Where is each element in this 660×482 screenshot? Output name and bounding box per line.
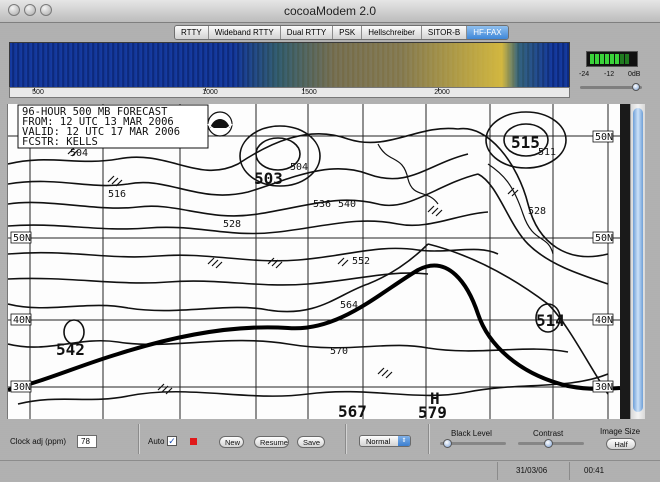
slider-knob[interactable] bbox=[632, 83, 640, 91]
divider bbox=[428, 424, 430, 454]
lat-label: 40N bbox=[595, 315, 613, 326]
contour-label: 511 bbox=[538, 147, 556, 158]
ruler-label-2000: 2000 bbox=[434, 89, 450, 96]
clock-adj-label: Clock adj (ppm) bbox=[10, 437, 67, 446]
lat-label: 50N bbox=[595, 132, 613, 143]
ruler-label-1500: 1500 bbox=[301, 89, 317, 96]
half-size-button[interactable]: Half bbox=[606, 438, 636, 450]
contour-label: 552 bbox=[352, 256, 370, 267]
lat-label: 50N bbox=[13, 233, 31, 244]
pressure-label: 514 bbox=[536, 311, 565, 330]
window-title: cocoaModem 2.0 bbox=[283, 4, 377, 18]
lat-label: 50N bbox=[595, 233, 613, 244]
signal-level-meter bbox=[586, 51, 638, 67]
black-level-slider[interactable] bbox=[440, 439, 506, 448]
meter-segment bbox=[590, 54, 594, 64]
pressure-label: 542 bbox=[56, 340, 85, 359]
fax-vertical-scrollbar[interactable] bbox=[630, 104, 645, 419]
meter-scale-high: 0dB bbox=[628, 71, 641, 78]
slider-knob[interactable] bbox=[443, 439, 452, 448]
noaa-logo bbox=[207, 111, 233, 137]
title-bar: cocoaModem 2.0 bbox=[0, 0, 660, 23]
mode-popup[interactable]: Normal ⇕ bbox=[359, 435, 411, 447]
meter-segment bbox=[600, 54, 604, 64]
contrast-slider[interactable] bbox=[518, 439, 584, 448]
input-attenuator-slider[interactable] bbox=[580, 83, 642, 91]
contour-label: 504 bbox=[70, 148, 88, 159]
high-pressure-marker: H bbox=[430, 389, 440, 408]
pressure-label: 503 bbox=[254, 169, 283, 188]
contour-label: 528 bbox=[223, 219, 241, 230]
app-window: cocoaModem 2.0 RTTY Wideband RTTY Dual R… bbox=[0, 0, 660, 482]
ruler-label-1000: 1000 bbox=[202, 89, 218, 96]
meter-segment bbox=[595, 54, 599, 64]
fax-controls bbox=[0, 420, 660, 458]
frequency-ruler: 500 1000 1500 2000 bbox=[9, 87, 570, 98]
status-time: 00:41 bbox=[584, 466, 605, 475]
auto-label: Auto bbox=[148, 437, 165, 446]
scrollbar-thumb[interactable] bbox=[633, 108, 643, 412]
pressure-label: 567 bbox=[338, 402, 367, 419]
contour-label: 570 bbox=[330, 346, 348, 357]
lat-label: 40N bbox=[13, 315, 31, 326]
slider-knob[interactable] bbox=[544, 439, 553, 448]
meter-segment bbox=[610, 54, 614, 64]
meter-scale-mid: -12 bbox=[604, 71, 615, 78]
auto-checkbox[interactable]: ✓ bbox=[167, 436, 177, 446]
new-button[interactable]: New bbox=[219, 436, 244, 448]
latitude-labels: 50N 40N 30N 50N 50N 40N 30N bbox=[10, 130, 614, 393]
status-bar bbox=[0, 460, 660, 482]
mode-popup-value: Normal bbox=[366, 437, 391, 446]
status-separator bbox=[497, 462, 498, 480]
meter-segment bbox=[605, 54, 609, 64]
contrast-label: Contrast bbox=[533, 429, 564, 438]
tab-hellschreiber[interactable]: Hellschreiber bbox=[362, 26, 422, 39]
stop-indicator[interactable] bbox=[190, 438, 197, 445]
lat-label: 30N bbox=[13, 382, 31, 393]
pressure-label: 515 bbox=[511, 133, 540, 152]
contour-label: 540 bbox=[338, 199, 356, 210]
divider bbox=[138, 424, 140, 454]
divider bbox=[345, 424, 347, 454]
meter-segment bbox=[620, 54, 624, 64]
resume-button[interactable]: Resume bbox=[254, 436, 289, 448]
image-size-label: Image Size bbox=[600, 427, 641, 436]
meter-scale-low: -24 bbox=[579, 71, 590, 78]
contour-label: 504 bbox=[290, 162, 308, 173]
fax-coastline bbox=[377, 143, 439, 205]
tab-hf-fax[interactable]: HF-FAX bbox=[467, 26, 508, 39]
tab-wideband-rtty[interactable]: Wideband RTTY bbox=[208, 26, 281, 39]
tab-dual-rtty[interactable]: Dual RTTY bbox=[280, 26, 334, 39]
mode-tabs: RTTY Wideband RTTY Dual RTTY PSK Hellsch… bbox=[174, 25, 509, 40]
contour-label: 536 bbox=[313, 199, 331, 210]
lat-label: 30N bbox=[595, 382, 613, 393]
black-level-label: Black Level bbox=[451, 429, 492, 438]
ruler-label-500: 500 bbox=[32, 89, 44, 96]
fax-image-view[interactable]: 96-HOUR 500 MB FORECAST FROM: 12 UTC 13 … bbox=[7, 104, 631, 419]
contour-label: 564 bbox=[340, 300, 358, 311]
fax-header-line: FCSTR: KELLS bbox=[22, 136, 98, 148]
tab-sitor-b[interactable]: SITOR-B bbox=[421, 26, 468, 39]
tab-psk[interactable]: PSK bbox=[333, 26, 363, 39]
weather-fax-map: 96-HOUR 500 MB FORECAST FROM: 12 UTC 13 … bbox=[8, 104, 631, 419]
meter-segment bbox=[625, 54, 629, 64]
clock-adj-field[interactable]: 78 bbox=[77, 435, 97, 448]
status-date: 31/03/06 bbox=[516, 466, 548, 475]
tab-rtty[interactable]: RTTY bbox=[175, 26, 209, 39]
save-button[interactable]: Save bbox=[297, 436, 325, 448]
chevron-updown-icon: ⇕ bbox=[398, 436, 410, 446]
waterfall-display[interactable] bbox=[9, 42, 570, 88]
contour-label: 516 bbox=[108, 189, 126, 200]
contour-label: 528 bbox=[528, 206, 546, 217]
status-separator bbox=[569, 462, 570, 480]
meter-segment bbox=[615, 54, 619, 64]
